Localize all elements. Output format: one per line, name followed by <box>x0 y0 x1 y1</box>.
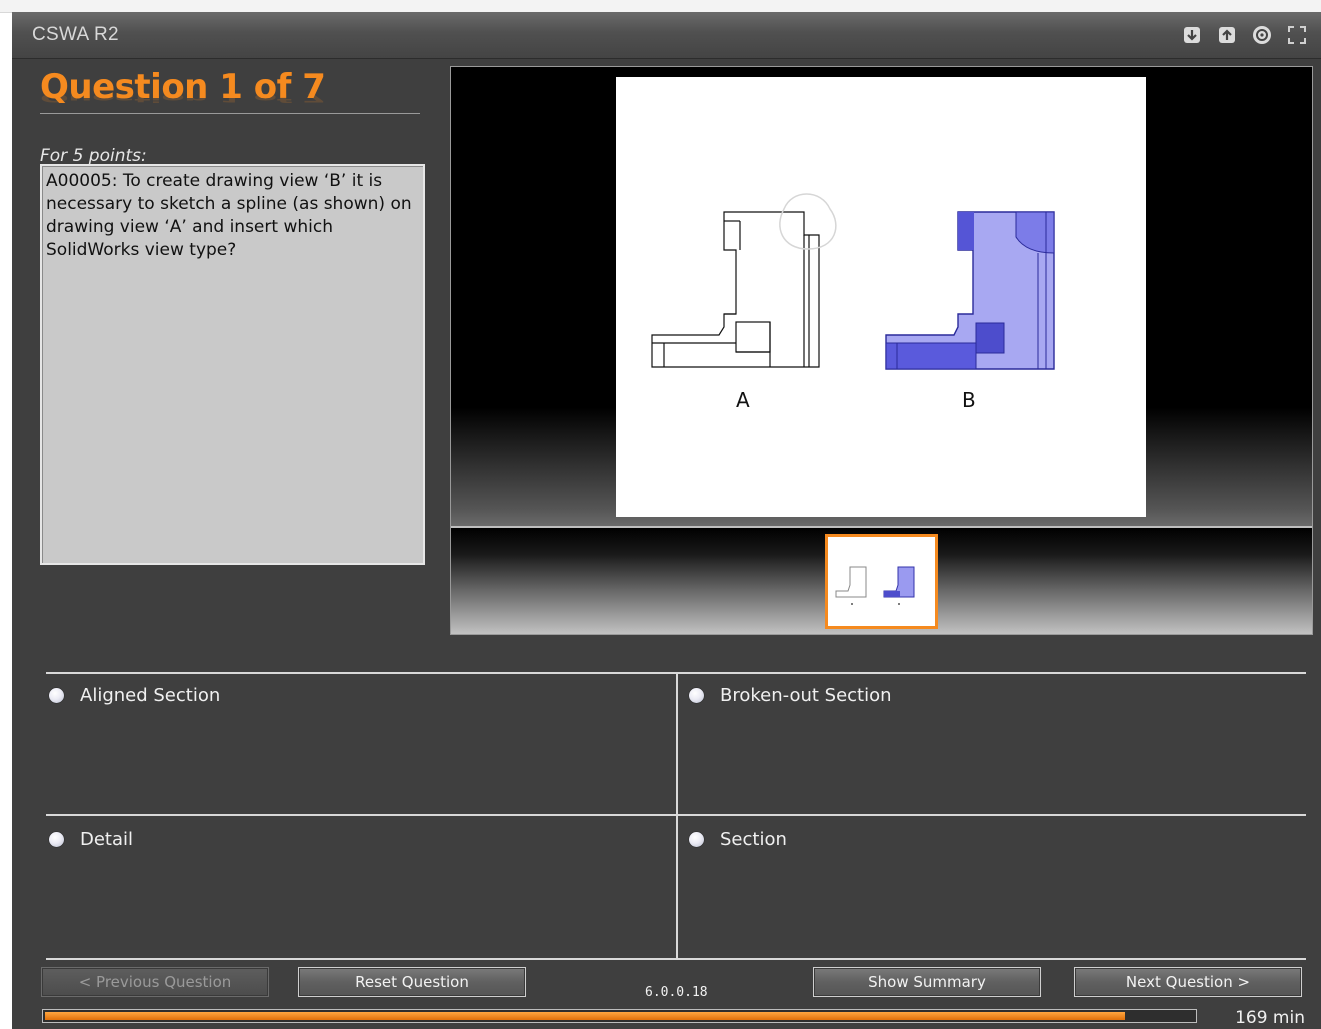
next-question-button[interactable]: Next Question > <box>1074 967 1302 997</box>
help-icon[interactable] <box>1250 23 1274 47</box>
time-progress-bar <box>42 1009 1197 1023</box>
image-thumbnail[interactable] <box>825 534 938 629</box>
view-b <box>885 211 1055 370</box>
show-summary-button[interactable]: Show Summary <box>813 967 1041 997</box>
download-icon[interactable] <box>1180 23 1204 47</box>
upload-icon[interactable] <box>1215 23 1239 47</box>
title-divider <box>40 113 420 114</box>
view-a-label: A <box>736 388 750 412</box>
view-a <box>651 211 820 368</box>
radio-section[interactable] <box>689 832 704 847</box>
question-title-reflection: Question 1 of 7 <box>40 91 326 105</box>
radio-detail[interactable] <box>49 832 64 847</box>
time-progress-fill <box>45 1012 1126 1020</box>
title-bar-icons <box>1180 23 1309 47</box>
option-detail[interactable]: Detail <box>49 829 133 850</box>
option-label: Section <box>720 829 787 850</box>
drawing-image: A B <box>616 77 1146 517</box>
view-b-label: B <box>962 388 976 412</box>
answer-options: Aligned Section Broken-out Section Detai… <box>46 672 1306 960</box>
time-remaining: 169 min <box>1235 1008 1305 1028</box>
option-aligned-section[interactable]: Aligned Section <box>49 685 220 706</box>
app-title: CSWA R2 <box>32 24 119 45</box>
reset-question-button[interactable]: Reset Question <box>298 967 526 997</box>
thumbnail-drawing <box>835 566 915 605</box>
version-label: 6.0.0.18 <box>645 985 708 1000</box>
previous-question-button[interactable]: < Previous Question <box>41 967 269 997</box>
question-text: A00005: To create drawing view ‘B’ it is… <box>46 171 412 260</box>
title-bar: CSWA R2 <box>12 12 1321 59</box>
exam-window: CSWA R2 Question 1 of 7 Question 1 of 7 … <box>12 12 1321 1029</box>
points-label: For 5 points: <box>40 146 147 166</box>
options-divider-vertical <box>676 672 678 960</box>
question-text-box[interactable]: A00005: To create drawing view ‘B’ it is… <box>40 164 425 565</box>
option-label: Broken-out Section <box>720 685 892 706</box>
option-broken-out-section[interactable]: Broken-out Section <box>689 685 892 706</box>
option-label: Detail <box>80 829 134 850</box>
drawing-views: A B <box>651 193 1055 412</box>
option-label: Aligned Section <box>80 685 221 706</box>
spline-sketch <box>779 193 837 250</box>
option-section[interactable]: Section <box>689 829 787 850</box>
radio-broken-out-section[interactable] <box>689 688 704 703</box>
image-viewer: A B <box>450 66 1313 635</box>
radio-aligned-section[interactable] <box>49 688 64 703</box>
fullscreen-icon[interactable] <box>1285 23 1309 47</box>
